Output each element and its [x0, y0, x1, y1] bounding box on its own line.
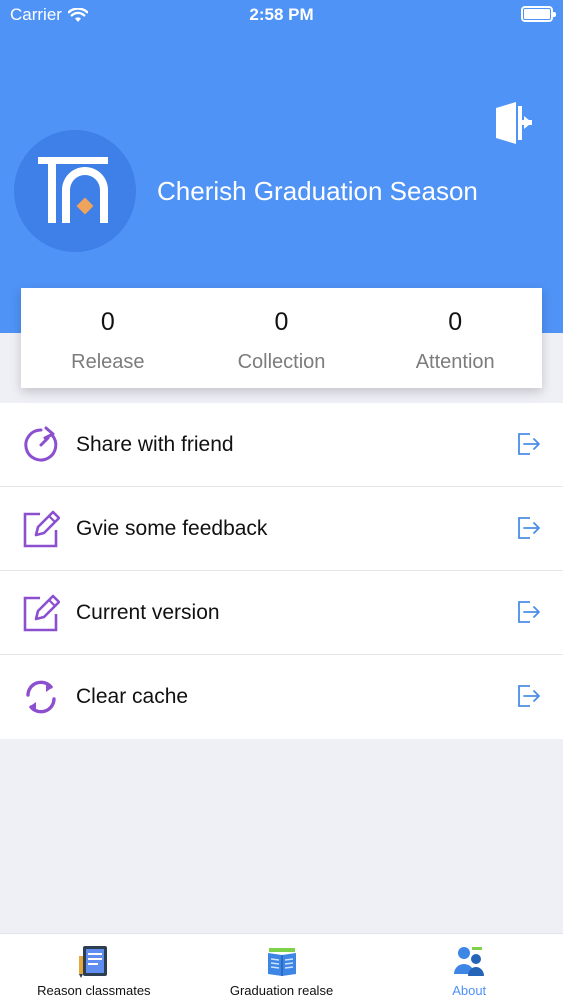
edit-icon — [23, 510, 60, 548]
tab-label: Reason classmates — [37, 983, 151, 998]
menu-item-share[interactable]: Share with friend — [0, 403, 563, 487]
settings-menu: Share with friend Gvie some feedback Cur… — [0, 403, 563, 739]
stat-release[interactable]: 0 Release — [21, 288, 195, 388]
stat-value: 0 — [448, 308, 463, 336]
stat-value: 0 — [100, 308, 115, 336]
sync-icon — [26, 680, 56, 714]
stat-label: Release — [71, 351, 145, 373]
edit-icon — [23, 594, 60, 632]
stat-attention[interactable]: 0 Attention — [368, 288, 542, 388]
clock: 2:58 PM — [249, 5, 314, 24]
status-bar: Carrier 2:58 PM — [0, 0, 563, 30]
tab-label: Graduation realse — [229, 983, 334, 998]
stat-value: 0 — [274, 308, 289, 336]
menu-item-label: Gvie some feedback — [76, 516, 268, 540]
menu-item-feedback[interactable]: Gvie some feedback — [0, 487, 563, 571]
avatar[interactable] — [14, 130, 136, 252]
exit-door-icon[interactable] — [494, 102, 534, 144]
share-refresh-icon — [24, 426, 58, 462]
tab-graduation-realse[interactable]: Graduation realse — [188, 934, 376, 1000]
menu-item-label: Clear cache — [76, 685, 189, 708]
stat-label: Collection — [237, 351, 326, 373]
tab-bar: Reason classmates Graduation realse Abou… — [0, 933, 563, 1000]
menu-item-version[interactable]: Current version — [0, 571, 563, 655]
arrow-right-icon — [518, 433, 540, 455]
stat-label: Attention — [415, 351, 495, 373]
open-book-icon — [267, 948, 296, 976]
arrow-right-icon — [518, 517, 540, 539]
arrow-right-icon — [518, 685, 540, 707]
tab-reason-classmates[interactable]: Reason classmates — [0, 934, 188, 1000]
profile-name: Cherish Graduation Season — [157, 176, 478, 206]
tn-logo-icon — [38, 157, 108, 223]
stats-card: 0 Release 0 Collection 0 Attention — [21, 288, 542, 388]
menu-item-clear-cache[interactable]: Clear cache — [0, 655, 563, 739]
tab-label: About — [452, 983, 487, 998]
battery-icon — [521, 6, 556, 22]
user-group-icon — [454, 947, 485, 976]
notebook-icon — [78, 946, 107, 978]
arrow-right-icon — [518, 601, 540, 623]
menu-item-label: Current version — [76, 600, 220, 624]
stat-collection[interactable]: 0 Collection — [195, 288, 369, 388]
menu-item-label: Share with friend — [76, 432, 234, 456]
tab-about[interactable]: About — [375, 934, 563, 1000]
